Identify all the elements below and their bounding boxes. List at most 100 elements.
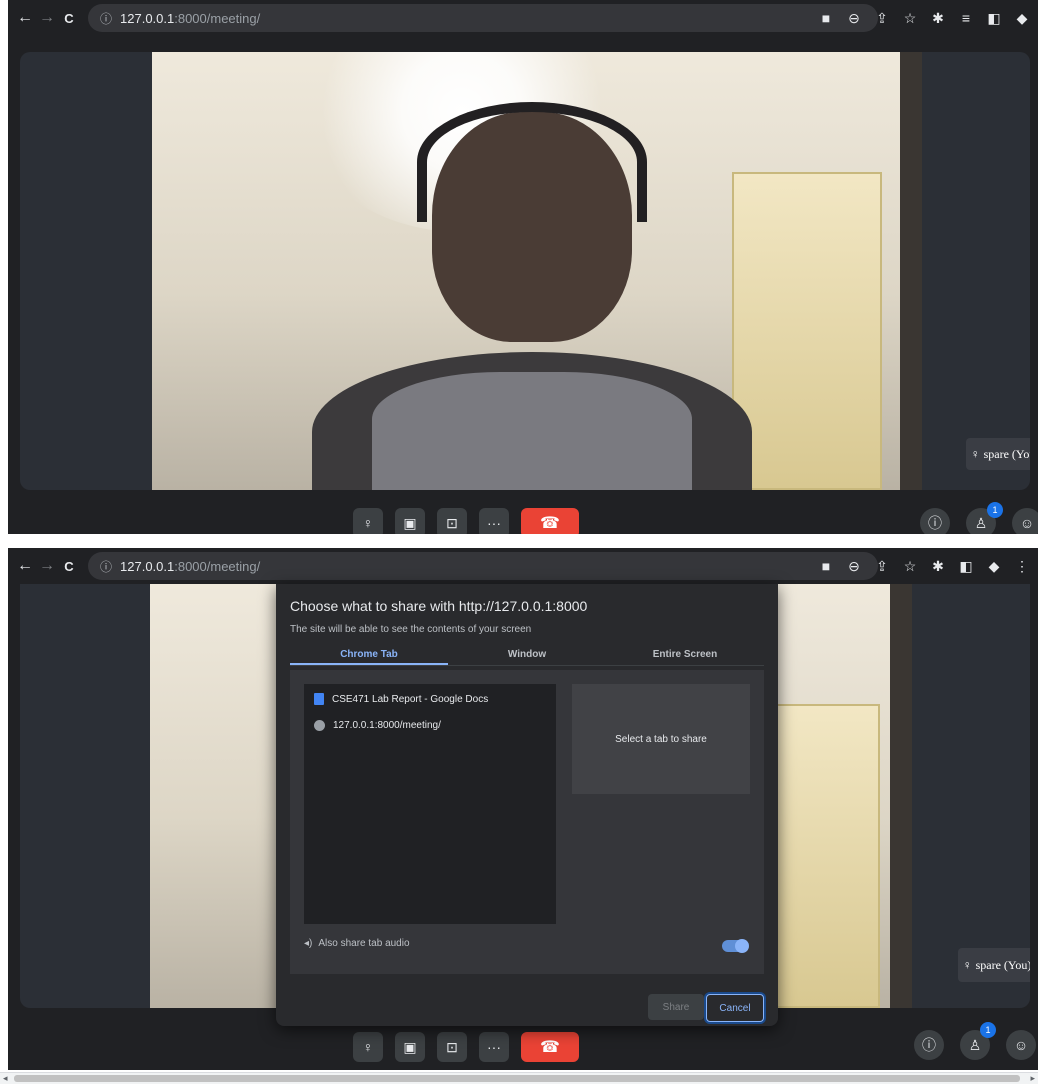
call-controls: ♀ ▣ ⊡ ··· ☎: [353, 1032, 579, 1062]
tab-item-label: CSE471 Lab Report - Google Docs: [332, 693, 489, 705]
more-icon: ···: [487, 1039, 501, 1055]
people-icon: ♙: [968, 1036, 982, 1053]
mic-small-icon: ♀: [970, 446, 980, 461]
share-page-icon[interactable]: ⇪: [870, 558, 894, 575]
meeting-window-before: ← → C ⓘ 127.0.0.1:8000/meeting/ ■ ⊖ ⇪ ☆ …: [8, 0, 1038, 534]
info-icon: ⓘ: [928, 515, 942, 531]
tab-list: CSE471 Lab Report - Google Docs 127.0.0.…: [304, 684, 556, 924]
video-icon: ▣: [403, 514, 417, 531]
horizontal-scrollbar[interactable]: ◂ ▸: [0, 1072, 1038, 1084]
bookmark-star-icon[interactable]: ☆: [898, 558, 922, 575]
dialog-subtitle: The site will be able to see the content…: [290, 624, 532, 635]
tab-entire-screen[interactable]: Entire Screen: [606, 644, 764, 665]
back-icon[interactable]: ←: [14, 557, 36, 575]
mic-icon: ♀: [362, 1039, 374, 1055]
url-host: 127.0.0.1: [120, 10, 175, 26]
self-name-tag: ♀ spare (You): [966, 438, 1030, 470]
video-stage: ♀ spare (You): [20, 52, 1030, 490]
tab-chrome-tab[interactable]: Chrome Tab: [290, 644, 448, 665]
list-item[interactable]: CSE471 Lab Report - Google Docs: [304, 686, 556, 712]
present-button[interactable]: ⊡: [437, 1032, 467, 1062]
camera-button[interactable]: ▣: [395, 508, 425, 534]
participant-count-badge: 1: [987, 502, 1003, 518]
address-bar[interactable]: ⓘ 127.0.0.1:8000/meeting/: [88, 552, 878, 580]
chat-icon: ☺: [1019, 515, 1035, 531]
background-door: [732, 172, 882, 490]
chat-icon: ☺: [1013, 1037, 1029, 1053]
share-screen-dialog: Choose what to share with http://127.0.0…: [276, 584, 778, 1026]
back-icon[interactable]: ←: [14, 9, 36, 27]
audio-option: ◂) Also share tab audio: [304, 938, 410, 949]
reload-icon[interactable]: C: [58, 559, 80, 574]
side-panel-icon[interactable]: ◧: [954, 558, 978, 575]
browser-toolbar: ← → C ⓘ 127.0.0.1:8000/meeting/ ■ ⊖ ⇪ ☆ …: [8, 0, 1038, 36]
share-audio-toggle[interactable]: [722, 939, 749, 953]
call-controls: ♀ ▣ ⊡ ··· ☎: [353, 508, 579, 534]
forward-icon[interactable]: →: [36, 557, 58, 575]
zoom-icon[interactable]: ⊖: [842, 558, 866, 575]
url-path: :8000/meeting/: [174, 10, 261, 26]
reload-icon[interactable]: C: [58, 11, 80, 26]
person-vest: [372, 372, 692, 490]
more-options-button[interactable]: ···: [479, 1032, 509, 1062]
more-options-button[interactable]: ···: [479, 508, 509, 534]
video-icon: ▣: [403, 1038, 417, 1055]
forward-icon[interactable]: →: [36, 9, 58, 27]
present-button[interactable]: ⊡: [437, 508, 467, 534]
end-call-button[interactable]: ☎: [521, 1032, 579, 1062]
site-info-icon[interactable]: ⓘ: [100, 558, 112, 575]
cancel-button[interactable]: Cancel: [706, 994, 764, 1022]
extensions-icon[interactable]: ✱: [926, 558, 950, 575]
list-item[interactable]: 127.0.0.1:8000/meeting/: [304, 712, 556, 738]
mic-button[interactable]: ♀: [353, 508, 383, 534]
scrollbar-thumb[interactable]: [14, 1075, 1020, 1082]
camera-in-use-icon[interactable]: ■: [814, 10, 838, 26]
meeting-info-button[interactable]: ⓘ: [914, 1030, 944, 1060]
background-shelf: [900, 52, 922, 490]
tab-window[interactable]: Window: [448, 644, 606, 665]
end-call-button[interactable]: ☎: [521, 508, 579, 534]
chat-button[interactable]: ☺: [1012, 508, 1038, 534]
address-bar[interactable]: ⓘ 127.0.0.1:8000/meeting/: [88, 4, 878, 32]
docs-icon: [314, 693, 324, 705]
camera-in-use-icon[interactable]: ■: [814, 558, 838, 574]
hang-up-icon: ☎: [540, 515, 560, 532]
extensions-icon[interactable]: ✱: [926, 10, 950, 27]
globe-icon: [314, 719, 325, 731]
profile-icon[interactable]: ◆: [1010, 10, 1034, 27]
bookmark-star-icon[interactable]: ☆: [898, 10, 922, 27]
participant-count-badge: 1: [980, 1022, 996, 1038]
share-button[interactable]: Share: [648, 994, 704, 1020]
dialog-title: Choose what to share with http://127.0.0…: [290, 598, 588, 614]
speaker-icon: ◂): [304, 938, 313, 949]
camera-button[interactable]: ▣: [395, 1032, 425, 1062]
tab-item-label: 127.0.0.1:8000/meeting/: [333, 719, 441, 731]
zoom-icon[interactable]: ⊖: [842, 10, 866, 27]
share-page-icon[interactable]: ⇪: [870, 10, 894, 27]
background-shelf: [890, 584, 912, 1008]
present-screen-icon: ⊡: [446, 514, 458, 531]
share-preview: Select a tab to share: [572, 684, 750, 794]
headset: [417, 102, 647, 222]
reading-list-icon[interactable]: ≡: [954, 10, 978, 26]
site-info-icon[interactable]: ⓘ: [100, 10, 112, 27]
info-icon: ⓘ: [922, 1037, 936, 1053]
browser-menu-icon[interactable]: ⋮: [1010, 558, 1034, 575]
toolbar-actions: ■ ⊖ ⇪ ☆ ✱ ◧ ◆ ⋮: [814, 548, 1034, 584]
toolbar-actions: ■ ⊖ ⇪ ☆ ✱ ≡ ◧ ◆: [814, 0, 1034, 36]
self-name-label: spare (You): [983, 446, 1030, 461]
url-host: 127.0.0.1: [120, 558, 175, 574]
browser-toolbar: ← → C ⓘ 127.0.0.1:8000/meeting/ ■ ⊖ ⇪ ☆ …: [8, 548, 1038, 584]
participant-video: [152, 52, 922, 490]
scroll-right-icon[interactable]: ▸: [1030, 1073, 1035, 1084]
profile-icon[interactable]: ◆: [982, 558, 1006, 575]
scroll-left-icon[interactable]: ◂: [3, 1073, 8, 1084]
meeting-info-button[interactable]: ⓘ: [920, 508, 950, 534]
toggle-knob: [735, 939, 749, 953]
mic-icon: ♀: [362, 515, 374, 531]
people-icon: ♙: [974, 514, 988, 531]
side-panel-icon[interactable]: ◧: [982, 10, 1006, 27]
mic-button[interactable]: ♀: [353, 1032, 383, 1062]
mic-small-icon: ♀: [962, 957, 972, 972]
chat-button[interactable]: ☺: [1006, 1030, 1036, 1060]
